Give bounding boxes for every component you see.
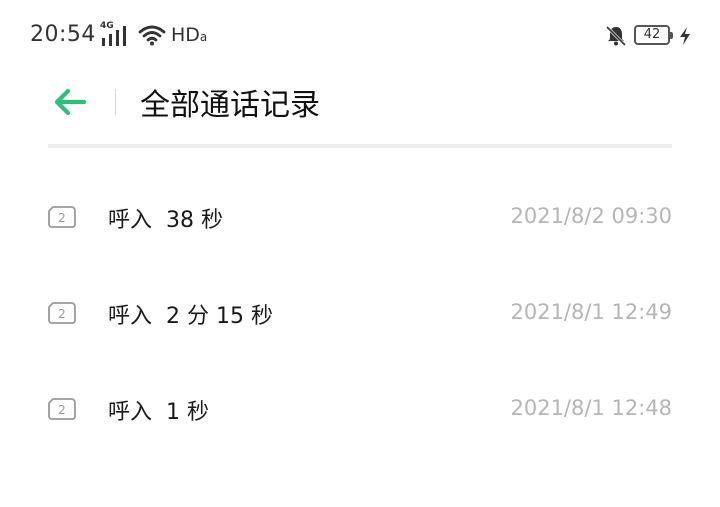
call-log-row[interactable]: 2 呼入 2 分 15 秒 2021/8/1 12:49 — [0, 266, 720, 362]
call-description: 呼入 1 秒 — [108, 400, 209, 425]
call-datetime: 2021/8/1 12:49 — [510, 300, 672, 324]
signal-icon — [102, 26, 126, 46]
call-log-row[interactable]: 2 呼入 38 秒 2021/8/2 09:30 — [0, 170, 720, 266]
wifi-icon — [138, 25, 166, 46]
header-divider — [115, 89, 116, 115]
bell-off-icon — [605, 25, 627, 47]
section-divider — [48, 144, 672, 148]
call-datetime: 2021/8/1 12:48 — [510, 396, 672, 420]
app-header: 全部通话记录 — [0, 72, 720, 132]
page-title: 全部通话记录 — [140, 88, 320, 123]
svg-text:2: 2 — [58, 403, 66, 417]
call-description: 呼入 38 秒 — [108, 208, 223, 233]
svg-text:2: 2 — [58, 307, 66, 321]
back-arrow-icon[interactable] — [50, 82, 90, 122]
battery-icon: 42 — [634, 25, 673, 45]
sim-card-icon: 2 — [48, 206, 76, 228]
call-description: 呼入 2 分 15 秒 — [108, 304, 273, 329]
call-log-row[interactable]: 2 呼入 1 秒 2021/8/1 12:48 — [0, 362, 720, 458]
status-time: 20:54 — [30, 22, 96, 47]
sim-card-icon: 2 — [48, 398, 76, 420]
svg-text:2: 2 — [58, 211, 66, 225]
status-bar: 20:54 4G HDa 42 — [0, 0, 720, 72]
hd-voice-indicator: HDa — [171, 24, 208, 46]
sim-card-icon: 2 — [48, 302, 76, 324]
charging-bolt-icon — [680, 27, 690, 45]
call-datetime: 2021/8/2 09:30 — [510, 204, 672, 228]
